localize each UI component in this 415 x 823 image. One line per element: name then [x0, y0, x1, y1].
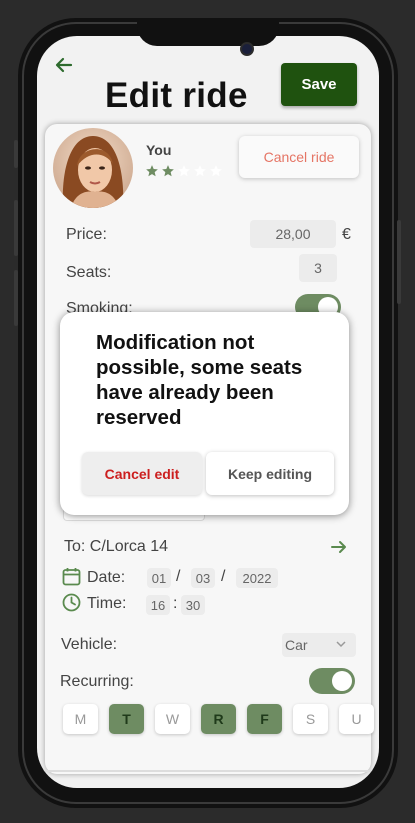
error-dialog: Modification not possible, some seats ha… — [60, 312, 349, 515]
vehicle-label: Vehicle: — [61, 636, 118, 653]
chevron-down-icon — [336, 641, 346, 648]
day-toggle-m[interactable]: M — [63, 704, 98, 734]
price-label: Price: — [66, 226, 107, 243]
star-empty-icon — [210, 165, 222, 177]
cancel-ride-button[interactable]: Cancel ride — [239, 136, 359, 178]
arrow-right-icon[interactable] — [330, 538, 348, 561]
clock-icon — [62, 593, 81, 617]
day-toggle-t[interactable]: T — [109, 704, 144, 734]
phone-notch — [137, 18, 279, 46]
recurring-toggle[interactable] — [309, 668, 355, 694]
date-year-input[interactable]: 2022 — [236, 568, 278, 588]
save-button[interactable]: Save — [281, 63, 357, 106]
divider — [37, 770, 379, 772]
power-button — [397, 220, 401, 304]
volume-down-button — [14, 270, 18, 326]
star-filled-icon — [162, 165, 174, 177]
mute-switch — [14, 140, 18, 168]
destination-label: To: C/Lorca 14 — [64, 538, 169, 555]
driver-name: You — [146, 142, 172, 158]
toggle-knob — [332, 671, 352, 691]
date-separator: / — [176, 568, 181, 585]
date-month-input[interactable]: 03 — [191, 568, 215, 588]
weekday-selector: MTWRFSU — [63, 704, 374, 734]
date-separator: / — [221, 568, 226, 585]
cancel-edit-button[interactable]: Cancel edit — [82, 452, 202, 495]
camera-icon — [240, 42, 254, 56]
star-empty-icon — [178, 165, 190, 177]
day-toggle-s[interactable]: S — [293, 704, 328, 734]
date-day-input[interactable]: 01 — [147, 568, 171, 588]
currency-symbol: € — [342, 226, 351, 243]
time-hour-input[interactable]: 16 — [146, 595, 170, 615]
vehicle-select[interactable]: Car — [282, 633, 356, 657]
vehicle-select-value: Car — [285, 637, 308, 653]
star-filled-icon — [146, 165, 158, 177]
day-toggle-w[interactable]: W — [155, 704, 190, 734]
rating-stars — [145, 164, 223, 178]
star-empty-icon — [194, 165, 206, 177]
date-label: Date: — [87, 569, 126, 586]
recurring-label: Recurring: — [60, 673, 134, 690]
seats-input[interactable]: 3 — [299, 254, 337, 282]
back-arrow-icon[interactable] — [53, 54, 75, 76]
time-separator: : — [173, 595, 178, 612]
price-input[interactable]: 28,00 — [250, 220, 336, 248]
calendar-icon — [62, 567, 81, 591]
keep-editing-button[interactable]: Keep editing — [206, 452, 334, 495]
avatar — [53, 128, 133, 208]
dialog-message: Modification not possible, some seats ha… — [96, 331, 303, 429]
day-toggle-f[interactable]: F — [247, 704, 282, 734]
volume-up-button — [14, 200, 18, 256]
day-toggle-r[interactable]: R — [201, 704, 236, 734]
page-title: Edit ride — [105, 76, 248, 115]
time-minute-input[interactable]: 30 — [181, 595, 205, 615]
seats-label: Seats: — [66, 264, 112, 281]
day-toggle-u[interactable]: U — [339, 704, 374, 734]
time-label: Time: — [87, 595, 127, 612]
